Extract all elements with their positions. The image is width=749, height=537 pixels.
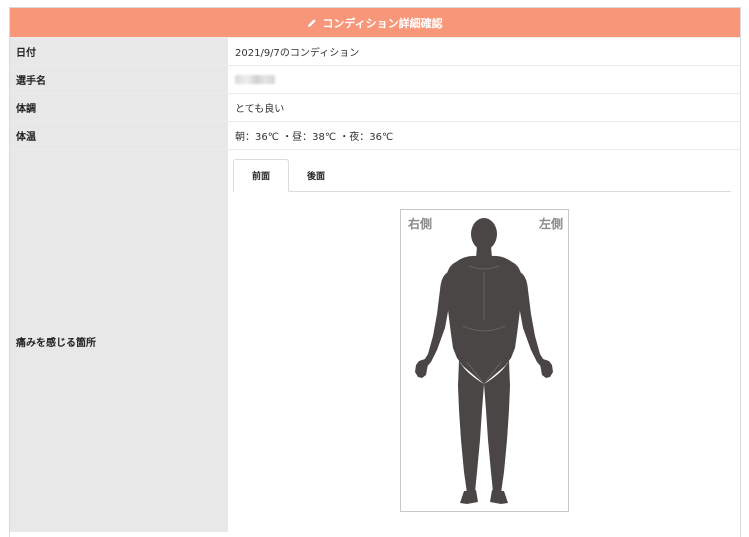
tab-back[interactable]: 後面 <box>289 159 343 191</box>
human-body-front-figure[interactable] <box>401 210 568 511</box>
player-name-redacted <box>235 75 275 84</box>
pain-value: 前面 後面 右側 左側 <box>228 150 740 532</box>
row-date: 日付 2021/9/7のコンディション <box>10 37 740 65</box>
tab-front[interactable]: 前面 <box>233 159 289 192</box>
panel-header: コンディション詳細確認 <box>10 8 740 37</box>
date-label: 日付 <box>10 38 228 65</box>
condition-value: とても良い <box>235 104 285 115</box>
player-label: 選手名 <box>10 66 228 93</box>
player-value <box>228 66 740 93</box>
temperature-value: 朝：36℃ ・昼：38℃ ・夜：36℃ <box>235 132 394 143</box>
row-condition: 体調 とても良い <box>10 93 740 121</box>
panel-title: コンディション詳細確認 <box>322 16 443 30</box>
condition-detail-panel: コンディション詳細確認 日付 2021/9/7のコンディション 選手名 体調 と… <box>9 7 741 537</box>
row-temperature: 体温 朝：36℃ ・昼：38℃ ・夜：36℃ <box>10 121 740 149</box>
temperature-label: 体温 <box>10 122 228 149</box>
row-player: 選手名 <box>10 65 740 93</box>
body-view-tabs: 前面 後面 <box>233 159 731 192</box>
row-pain-location: 痛みを感じる箇所 前面 後面 右側 左側 <box>10 149 740 532</box>
body-diagram[interactable]: 右側 左側 <box>400 209 569 512</box>
pencil-icon <box>307 18 317 28</box>
condition-label: 体調 <box>10 94 228 121</box>
date-value: 2021/9/7のコンディション <box>235 48 360 59</box>
pain-label: 痛みを感じる箇所 <box>10 150 228 532</box>
